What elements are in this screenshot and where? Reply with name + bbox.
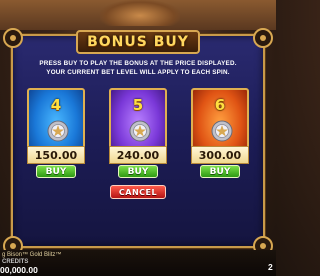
title-plate: BONUS BUY xyxy=(76,30,200,54)
buy-button[interactable]: BUY xyxy=(36,165,76,178)
cancel-button[interactable]: CANCEL xyxy=(110,185,166,199)
buy-button[interactable]: BUY xyxy=(200,165,240,178)
bonus-level: 4 xyxy=(50,96,62,114)
price-display: 150.00 xyxy=(27,146,85,164)
credits-value: 00,000.00 xyxy=(0,265,38,275)
corner-ornament xyxy=(3,28,23,48)
corner-ornament xyxy=(253,28,273,48)
badge-icon xyxy=(47,120,69,142)
buy-button[interactable]: BUY xyxy=(118,165,158,178)
instruction-line: PRESS BUY TO PLAY THE BONUS AT THE PRICE… xyxy=(39,60,237,67)
price-display: 300.00 xyxy=(191,146,249,164)
instruction-line: YOUR CURRENT BET LEVEL WILL APPLY TO EAC… xyxy=(46,68,230,76)
bonus-level: 5 xyxy=(132,96,144,114)
bet-value: 2 xyxy=(268,262,273,272)
dialog-title: BONUS BUY xyxy=(87,34,189,50)
game-name: g Bison™ Gold Blitz™ xyxy=(2,252,62,258)
badge-icon xyxy=(129,120,151,142)
badge-icon xyxy=(211,120,233,142)
price-display: 240.00 xyxy=(109,146,167,164)
instructions: PRESS BUY TO PLAY THE BONUS AT THE PRICE… xyxy=(24,60,252,77)
bonus-level: 6 xyxy=(214,96,226,114)
bison-artwork xyxy=(100,0,180,26)
